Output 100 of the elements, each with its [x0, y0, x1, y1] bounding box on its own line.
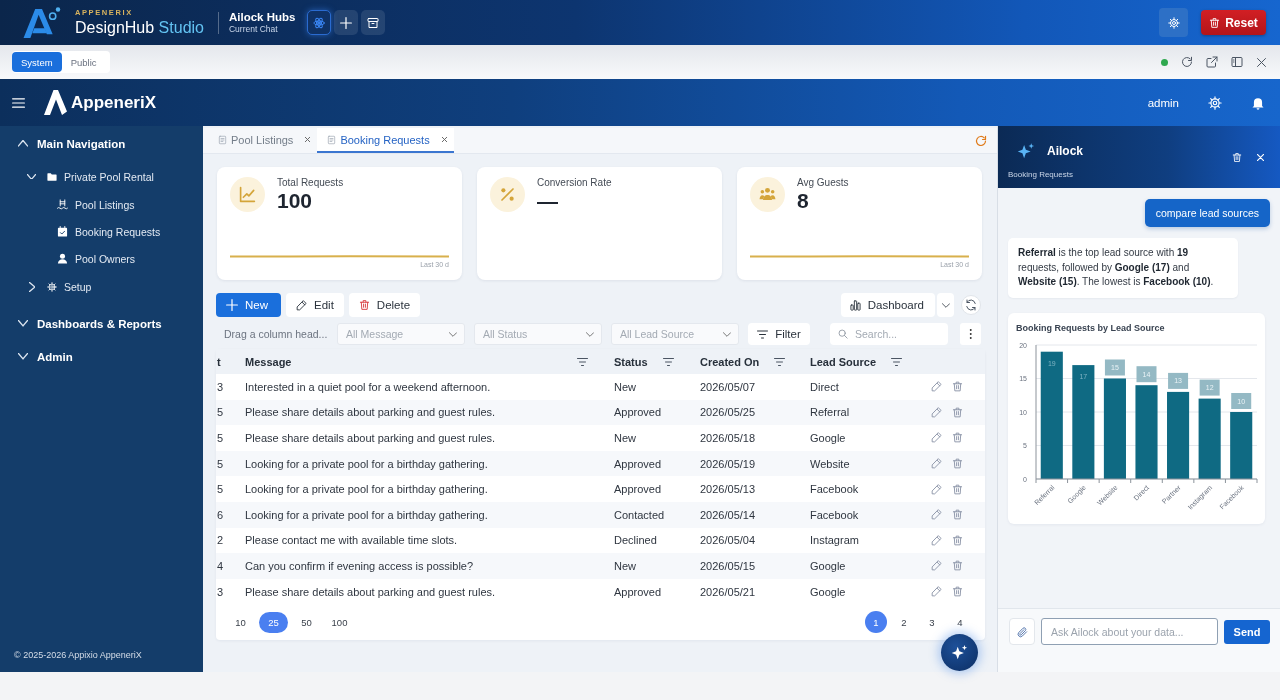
table-cell-text: Instagram [809, 534, 860, 547]
nav-item[interactable]: Admin [0, 340, 203, 373]
pencil-icon[interactable] [931, 483, 942, 495]
settings-icon[interactable] [1208, 95, 1222, 110]
pencil-icon[interactable] [931, 534, 942, 546]
table-cell-text: 2 [216, 534, 225, 547]
table-cell-text: Looking for a private pool for a birthday gathering. [244, 508, 489, 521]
nav-item[interactable]: Dashboards & Reports [0, 307, 203, 340]
external-link-icon[interactable] [1205, 56, 1218, 68]
nav-item[interactable]: Setup [0, 272, 203, 301]
scope-tab[interactable]: System [12, 52, 62, 72]
stat-value: 8 [797, 190, 810, 212]
table-cell-text: Approved [613, 483, 663, 496]
filter-button[interactable]: Filter [748, 323, 810, 345]
close-icon[interactable] [305, 137, 311, 142]
page-button[interactable]: 1 [865, 611, 887, 634]
page-button[interactable]: 2 [893, 611, 915, 634]
app-title: DesignHub Studio [75, 19, 204, 36]
user-name[interactable]: admin [1147, 96, 1179, 109]
column-header[interactable]: Created On [691, 349, 801, 374]
page-size-button[interactable]: 10 [226, 611, 255, 633]
pencil-icon[interactable] [931, 406, 942, 418]
filter-dropdown[interactable]: All Message [337, 323, 465, 345]
trash-icon[interactable] [952, 406, 963, 418]
document-icon [218, 134, 227, 145]
refresh-button[interactable] [961, 295, 981, 315]
column-header[interactable]: t [216, 349, 236, 374]
more-button[interactable] [960, 323, 981, 345]
filter-icon[interactable] [891, 357, 903, 366]
plus-icon [340, 16, 353, 29]
nav-item[interactable]: Booking Requests [0, 218, 203, 245]
assistant-title: Ailock [1047, 144, 1083, 158]
nav-item[interactable]: Private Pool Rental [0, 162, 203, 191]
filter-dropdown[interactable]: All Status [474, 323, 602, 345]
reset-button[interactable]: Reset [1201, 10, 1266, 35]
column-header[interactable]: Status [605, 349, 691, 374]
settings-button[interactable] [1159, 8, 1188, 37]
search-field[interactable]: Search... [830, 323, 948, 345]
filter-icon[interactable] [662, 357, 674, 366]
page-button[interactable]: 4 [949, 611, 971, 634]
filter-icon[interactable] [577, 357, 588, 366]
gear-icon [47, 281, 57, 292]
pencil-icon[interactable] [931, 432, 942, 444]
table-cell-text: Looking for a private pool for a birthday gathering. [244, 483, 489, 496]
hub-subtitle: Current Chat [229, 25, 279, 34]
hub-button[interactable] [307, 10, 332, 35]
trash-icon[interactable] [952, 381, 963, 393]
nav-item[interactable]: Pool Listings [0, 191, 203, 218]
stat-value: 100 [277, 190, 314, 212]
refresh-icon[interactable] [1180, 56, 1193, 68]
column-header[interactable]: Lead Source [801, 349, 920, 374]
close-icon[interactable] [441, 137, 447, 142]
trash-icon [358, 299, 370, 311]
trash-icon[interactable] [952, 586, 963, 598]
refresh-icon[interactable] [975, 134, 987, 147]
tab[interactable]: Pool Listings [208, 128, 318, 153]
nav-item[interactable]: Main Navigation [0, 127, 203, 160]
menu-icon[interactable] [12, 97, 25, 108]
filter-icon[interactable] [774, 357, 786, 366]
bell-icon[interactable] [1251, 95, 1265, 110]
archive-button[interactable] [361, 10, 386, 35]
delete-button[interactable]: Delete [348, 293, 421, 317]
filter-icon [757, 328, 769, 340]
trash-icon[interactable] [952, 458, 963, 470]
attach-button[interactable] [1009, 618, 1035, 645]
filter-dropdown[interactable]: All Lead Source [611, 323, 739, 345]
trash-icon[interactable] [952, 560, 963, 572]
pencil-icon[interactable] [931, 381, 942, 393]
column-header[interactable]: Message [236, 349, 605, 374]
sparkle-icon [951, 644, 968, 661]
new-button[interactable]: New [216, 293, 281, 317]
table-cell-text: Approved [613, 457, 663, 470]
edit-button[interactable]: Edit [286, 293, 344, 317]
trash-icon[interactable] [952, 432, 963, 444]
close-icon[interactable] [1257, 57, 1266, 67]
dashboard-button[interactable]: Dashboard [840, 293, 935, 317]
pencil-icon[interactable] [931, 560, 942, 572]
add-button[interactable] [334, 10, 359, 35]
side-panel-icon[interactable] [1230, 56, 1243, 68]
nav-item[interactable]: Pool Owners [0, 245, 203, 272]
scope-tab[interactable]: Public [61, 52, 106, 72]
trash-icon[interactable] [952, 509, 963, 521]
pencil-icon[interactable] [931, 586, 942, 598]
page-size-button[interactable]: 25 [259, 611, 288, 633]
logo-icon [22, 6, 62, 39]
table-cell-text: 2026/05/18 [699, 432, 757, 444]
page-button[interactable]: 3 [921, 611, 943, 634]
assistant-button[interactable] [941, 634, 978, 671]
send-button[interactable]: Send [1224, 620, 1270, 644]
trash-icon[interactable] [952, 483, 963, 495]
chat-input[interactable]: Ask Ailock about your data... [1041, 618, 1218, 645]
pencil-icon[interactable] [931, 458, 942, 470]
dropdown-button[interactable] [937, 293, 954, 317]
trash-icon[interactable] [952, 534, 963, 546]
tab[interactable]: Booking Requests [317, 128, 454, 153]
page-size-button[interactable]: 50 [292, 611, 321, 633]
pencil-icon[interactable] [931, 509, 942, 521]
table-cell-text: Google [809, 585, 847, 598]
page-size-button[interactable]: 100 [325, 611, 354, 633]
table-cell-text: Please share details about parking and guest rules. [244, 406, 497, 419]
